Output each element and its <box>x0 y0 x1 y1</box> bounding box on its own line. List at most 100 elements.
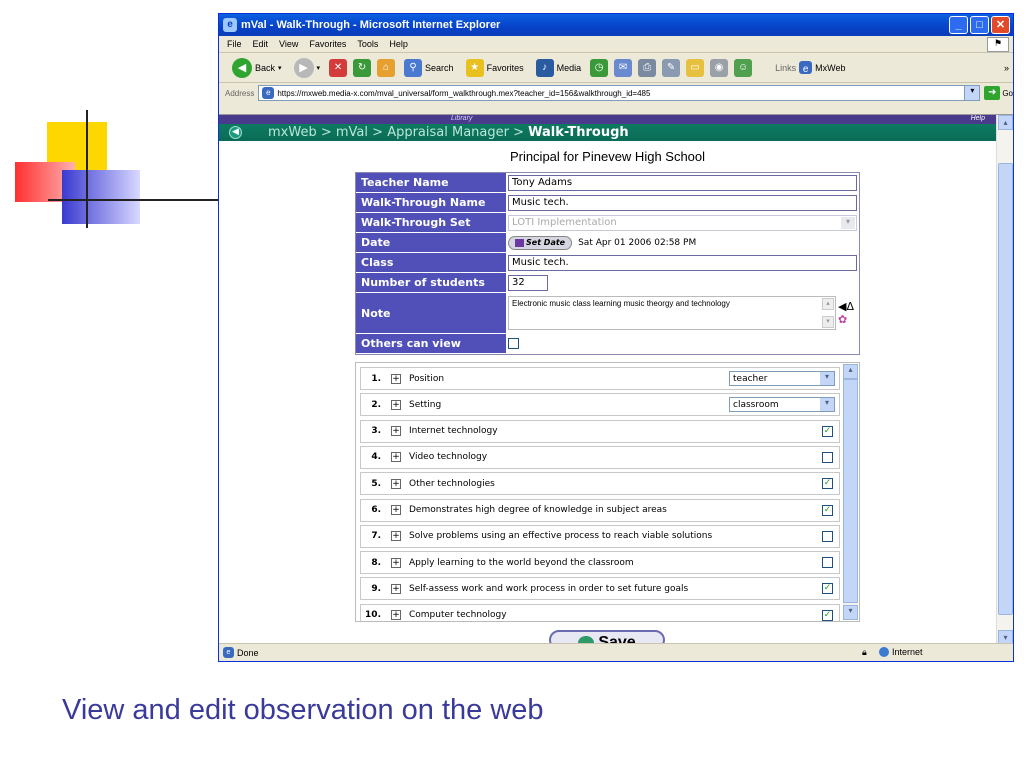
breadcrumb-mval[interactable]: mVal <box>336 125 368 140</box>
library-link[interactable]: Library <box>451 115 472 122</box>
favorites-button[interactable]: ★ Favorites <box>463 57 527 79</box>
criteria-checkbox[interactable]: ✓ <box>822 583 833 595</box>
class-input[interactable]: Music tech. <box>508 254 857 271</box>
criteria-checkbox[interactable] <box>822 530 833 542</box>
menu-favorites[interactable]: Favorites <box>309 39 346 49</box>
expand-plus-icon[interactable]: + <box>391 557 401 568</box>
note-scroll-down-icon[interactable]: ▾ <box>822 316 834 328</box>
expand-plus-icon[interactable]: + <box>391 399 401 410</box>
home-icon[interactable]: ⌂ <box>377 58 396 77</box>
criteria-checkbox[interactable]: ✓ <box>822 425 833 437</box>
favorites-label: Favorites <box>486 62 524 73</box>
criteria-number: 1. <box>371 373 381 384</box>
expand-plus-icon[interactable]: + <box>391 426 401 437</box>
title-bar[interactable]: e mVal - Walk-Through - Microsoft Intern… <box>219 14 1013 36</box>
back-circle-icon[interactable]: ◀ <box>229 126 242 139</box>
media-icon: ♪ <box>535 58 554 77</box>
criteria-text: Internet technology <box>409 426 498 437</box>
menu-view[interactable]: View <box>279 39 298 49</box>
criteria-select[interactable]: classroom ▾ <box>729 397 835 413</box>
minimize-button[interactable]: _ <box>949 16 968 34</box>
criteria-item: 5. + Other technologies ✓ <box>360 472 840 496</box>
links-label[interactable]: Links <box>775 63 796 73</box>
back-button[interactable]: ◀ Back ▾ <box>229 56 285 80</box>
scroll-thumb[interactable] <box>998 163 1013 615</box>
forward-dropdown-icon[interactable]: ▾ <box>317 64 321 72</box>
menu-bar: File Edit View Favorites Tools Help ⚑ <box>219 36 1013 53</box>
search-icon: ⚲ <box>404 58 423 77</box>
mail-icon[interactable]: ✉ <box>614 58 633 77</box>
search-button[interactable]: ⚲ Search <box>401 57 457 79</box>
expand-plus-icon[interactable]: + <box>391 610 401 621</box>
spellcheck-icon[interactable]: ✿ <box>838 313 854 326</box>
address-input[interactable]: e https://mxweb.media-x.com/mval_univers… <box>258 85 981 101</box>
help-link[interactable]: Help <box>971 115 985 122</box>
close-button[interactable]: ✕ <box>991 16 1010 34</box>
menu-help[interactable]: Help <box>389 39 408 49</box>
history-icon[interactable]: ◷ <box>590 58 609 77</box>
maximize-button[interactable]: □ <box>970 16 989 34</box>
security-zone: Internet <box>879 647 923 657</box>
expand-plus-icon[interactable]: + <box>391 373 401 384</box>
walkthrough-set-select[interactable]: LOTI Implementation ▾ <box>508 214 857 231</box>
criteria-scrollbar[interactable]: ▴ ▾ <box>843 364 858 620</box>
criteria-scroll-thumb[interactable] <box>843 379 858 603</box>
mxweb-link[interactable]: MxWeb <box>815 63 845 73</box>
teacher-name-label: Teacher Name <box>356 173 506 192</box>
criteria-checkbox[interactable] <box>822 451 833 463</box>
set-date-button[interactable]: Set Date <box>508 235 573 250</box>
expand-plus-icon[interactable]: + <box>391 478 401 489</box>
criteria-checkbox[interactable]: ✓ <box>822 478 833 490</box>
calendar-icon <box>515 238 524 247</box>
forward-button[interactable]: ▶ ▾ <box>291 56 324 80</box>
menu-tools[interactable]: Tools <box>357 39 378 49</box>
criteria-checkbox[interactable]: ✓ <box>822 504 833 516</box>
folder-icon[interactable]: ▭ <box>686 58 705 77</box>
edit-icon[interactable]: ✎ <box>662 58 681 77</box>
back-label: Back <box>255 62 276 73</box>
breadcrumb-sep: > <box>508 125 529 140</box>
walkthrough-name-input[interactable]: Music tech. <box>508 194 857 211</box>
criteria-item: 1. + Position teacher ▾ <box>360 367 840 390</box>
criteria-checkbox[interactable] <box>822 557 833 569</box>
page-scrollbar[interactable]: ▴ ▾ <box>996 115 1013 644</box>
address-dropdown-icon[interactable]: ▾ <box>964 86 980 100</box>
library-strip: Library Help <box>219 115 1013 124</box>
criteria-number: 9. <box>371 583 381 594</box>
globe-icon <box>879 647 889 657</box>
scroll-down-icon[interactable]: ▾ <box>998 630 1013 644</box>
form-row-note: Note Electronic music class learning mus… <box>356 293 859 334</box>
criteria-scroll-down-icon[interactable]: ▾ <box>843 605 858 620</box>
expand-plus-icon[interactable]: + <box>391 452 401 463</box>
print-icon[interactable]: ⎙ <box>638 58 657 77</box>
students-input[interactable]: 32 <box>508 274 548 291</box>
note-scroll-up-icon[interactable]: ▴ <box>822 298 834 310</box>
toolbar-overflow-icon[interactable]: » <box>1004 63 1009 73</box>
refresh-icon[interactable]: ↻ <box>353 58 372 77</box>
expand-plus-icon[interactable]: + <box>391 505 401 515</box>
date-label: Date <box>356 233 506 252</box>
note-textarea[interactable]: Electronic music class learning music th… <box>508 296 836 330</box>
form-row-teacher: Teacher Name Tony Adams <box>356 173 859 193</box>
menu-file[interactable]: File <box>227 39 242 49</box>
discuss-icon[interactable]: ◉ <box>710 58 729 77</box>
criteria-select[interactable]: teacher ▾ <box>729 371 835 386</box>
criteria-scroll-up-icon[interactable]: ▴ <box>843 364 858 379</box>
menu-edit[interactable]: Edit <box>253 39 269 49</box>
speech-icon[interactable]: ◀ⵠ <box>838 300 854 313</box>
others-can-view-checkbox[interactable] <box>508 338 519 349</box>
breadcrumb-appraisal-manager[interactable]: Appraisal Manager <box>387 125 509 140</box>
expand-plus-icon[interactable]: + <box>391 583 401 594</box>
breadcrumb-mxweb[interactable]: mxWeb <box>268 125 317 140</box>
messenger-icon[interactable]: ☺ <box>734 58 753 77</box>
save-button[interactable]: Save <box>549 630 665 644</box>
go-button[interactable]: ➜ Go <box>984 86 1013 100</box>
back-arrow-icon: ◀ <box>232 57 252 78</box>
criteria-checkbox[interactable]: ✓ <box>822 609 833 621</box>
scroll-up-icon[interactable]: ▴ <box>998 115 1013 130</box>
stop-icon[interactable]: ✕ <box>329 58 348 77</box>
back-dropdown-icon[interactable]: ▾ <box>278 64 282 72</box>
media-button[interactable]: ♪ Media <box>533 57 585 79</box>
expand-plus-icon[interactable]: + <box>391 531 401 542</box>
criteria-text: Solve problems using an effective proces… <box>409 531 713 542</box>
